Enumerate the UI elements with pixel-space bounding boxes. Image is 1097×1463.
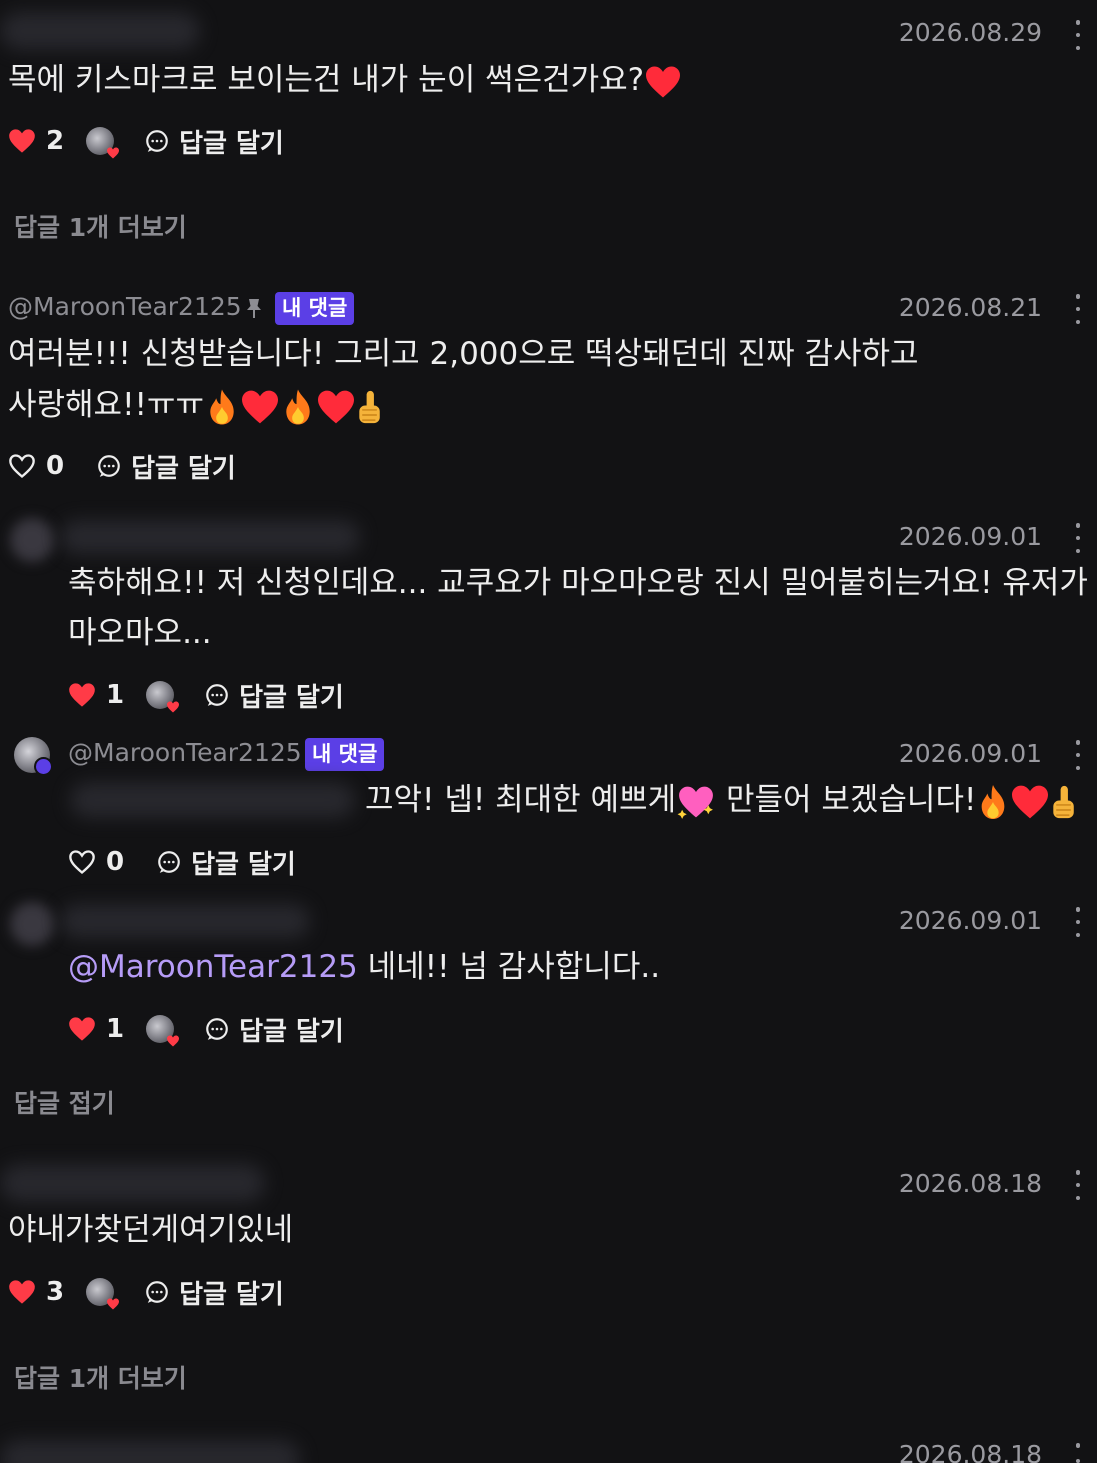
comment-date: 2026.09.01 <box>898 739 1042 768</box>
speech-bubble-icon <box>158 851 180 873</box>
like-count: 2 <box>46 126 65 156</box>
more-options-icon[interactable] <box>1075 523 1081 553</box>
heart-outline-icon[interactable] <box>8 453 36 479</box>
small-heart-icon <box>107 147 120 159</box>
comment-text: 야내가찾던게여기있네 <box>8 1212 294 1248</box>
more-options-icon[interactable] <box>1075 20 1081 50</box>
comment-actions: 0 답글 달기 <box>8 446 236 486</box>
comment-date: 2026.08.21 <box>898 293 1042 322</box>
reply-label: 답글 달기 <box>179 128 284 159</box>
liked-by-avatar <box>86 127 120 159</box>
like-count: 0 <box>106 847 125 877</box>
like-count: 0 <box>46 451 65 481</box>
reply-button[interactable]: 답글 달기 <box>204 1011 344 1048</box>
fire-emoji <box>982 784 1005 819</box>
blurred-username <box>0 12 200 50</box>
collapse-replies-button[interactable]: 답글 접기 <box>14 1084 115 1120</box>
heart-filled-icon[interactable] <box>8 128 36 154</box>
heart-filled-icon[interactable] <box>8 1279 36 1305</box>
more-options-icon[interactable] <box>1075 1443 1081 1463</box>
red-heart-emoji <box>1012 785 1049 818</box>
like-count: 1 <box>106 1014 125 1044</box>
comment-date: 2026.09.01 <box>898 906 1042 935</box>
small-heart-icon <box>167 701 180 713</box>
comment-text: 끄악! 넵! 최대한 예쁘게 만들어 보겠습니다! <box>365 775 1080 825</box>
more-options-icon[interactable] <box>1075 1170 1081 1200</box>
blurred-username <box>60 904 310 938</box>
speech-bubble-icon <box>206 1018 228 1040</box>
red-heart-emoji <box>646 66 681 97</box>
sparkling-heart-emoji <box>677 786 714 819</box>
reply-label: 답글 달기 <box>191 849 296 880</box>
speech-bubble-icon <box>146 1281 168 1303</box>
more-options-icon[interactable] <box>1075 740 1081 770</box>
more-options-icon[interactable] <box>1075 907 1081 937</box>
comment-actions: 3 답글 달기 <box>8 1272 284 1312</box>
comment-text-line1: 여러분!!! 신청받습니다! 그리고 2,000으로 떡상돼던데 진짜 감사하고 <box>8 336 919 372</box>
speech-bubble-icon <box>146 130 168 152</box>
reply-label: 답글 달기 <box>239 682 344 713</box>
comment-text: 목에 키스마크로 보이는건 내가 눈이 썩은건가요? <box>8 55 682 105</box>
mention-link[interactable]: @MaroonTear2125 <box>68 949 358 985</box>
heart-filled-icon[interactable] <box>68 682 96 708</box>
fire-emoji <box>210 388 234 425</box>
like-count: 1 <box>106 680 125 710</box>
heart-outline-icon[interactable] <box>68 849 96 875</box>
red-heart-emoji <box>241 390 278 423</box>
comment-actions: 2 답글 달기 <box>8 121 284 161</box>
blurred-username <box>60 520 360 554</box>
my-comment-badge: 내 댓글 <box>305 738 385 771</box>
small-heart-icon <box>107 1298 120 1310</box>
liked-by-avatar <box>146 681 180 713</box>
blurred-username <box>0 1440 300 1463</box>
reply-button[interactable]: 답글 달기 <box>144 1274 284 1311</box>
heart-filled-icon[interactable] <box>68 1016 96 1042</box>
comment-text: @MaroonTear2125 네네!! 넘 감사합니다.. <box>68 949 661 985</box>
comment-author-handle[interactable]: @MaroonTear2125 <box>68 738 302 767</box>
comment-author-handle[interactable]: @MaroonTear2125 <box>8 292 242 321</box>
blurred-mention <box>70 782 355 818</box>
comment-text-line2: 마오마오... <box>68 615 212 651</box>
comment-actions: 1 답글 달기 <box>68 675 344 715</box>
like-count: 3 <box>46 1277 65 1307</box>
reply-button[interactable]: 답글 달기 <box>96 448 236 485</box>
reply-button[interactable]: 답글 달기 <box>204 677 344 714</box>
more-options-icon[interactable] <box>1075 294 1081 324</box>
my-avatar[interactable] <box>14 737 53 776</box>
reply-label: 답글 달기 <box>179 1279 284 1310</box>
thumbs-up-emoji <box>359 390 380 423</box>
pin-icon <box>247 299 261 318</box>
verified-icon <box>34 757 53 776</box>
comment-list: 2026.08.29 목에 키스마크로 보이는건 내가 눈이 썩은건가요? 2 … <box>0 0 1097 1463</box>
reply-label: 답글 달기 <box>239 1016 344 1047</box>
my-comment-badge: 내 댓글 <box>275 292 355 325</box>
blurred-username <box>0 1164 265 1202</box>
comment-text-line2: 사랑해요!!ㅠㅠ <box>8 380 386 430</box>
comment-text-line1: 축하해요!! 저 신청인데요... 교쿠요가 마오마오랑 진시 밀어붙히는거요!… <box>68 565 1088 601</box>
small-heart-icon <box>167 1035 180 1047</box>
comment-date: 2026.09.01 <box>898 522 1042 551</box>
liked-by-avatar <box>146 1015 180 1047</box>
red-heart-emoji <box>317 390 354 423</box>
fire-emoji <box>286 388 310 425</box>
comment-date: 2026.08.18 <box>898 1440 1042 1463</box>
speech-bubble-icon <box>98 455 120 477</box>
thumbs-up-emoji <box>1053 785 1075 818</box>
comment-actions: 0 답글 달기 <box>68 842 296 882</box>
reply-button[interactable]: 답글 달기 <box>156 844 296 881</box>
comment-actions: 1 답글 달기 <box>68 1009 344 1049</box>
blurred-avatar <box>10 518 54 562</box>
show-more-replies-button[interactable]: 답글 1개 더보기 <box>14 208 187 244</box>
liked-by-avatar <box>86 1278 120 1310</box>
show-more-replies-button[interactable]: 답글 1개 더보기 <box>14 1359 187 1395</box>
comment-date: 2026.08.29 <box>898 18 1042 47</box>
comment-date: 2026.08.18 <box>898 1169 1042 1198</box>
speech-bubble-icon <box>206 684 228 706</box>
blurred-avatar <box>10 902 54 946</box>
reply-button[interactable]: 답글 달기 <box>144 123 284 160</box>
reply-label: 답글 달기 <box>131 453 236 484</box>
